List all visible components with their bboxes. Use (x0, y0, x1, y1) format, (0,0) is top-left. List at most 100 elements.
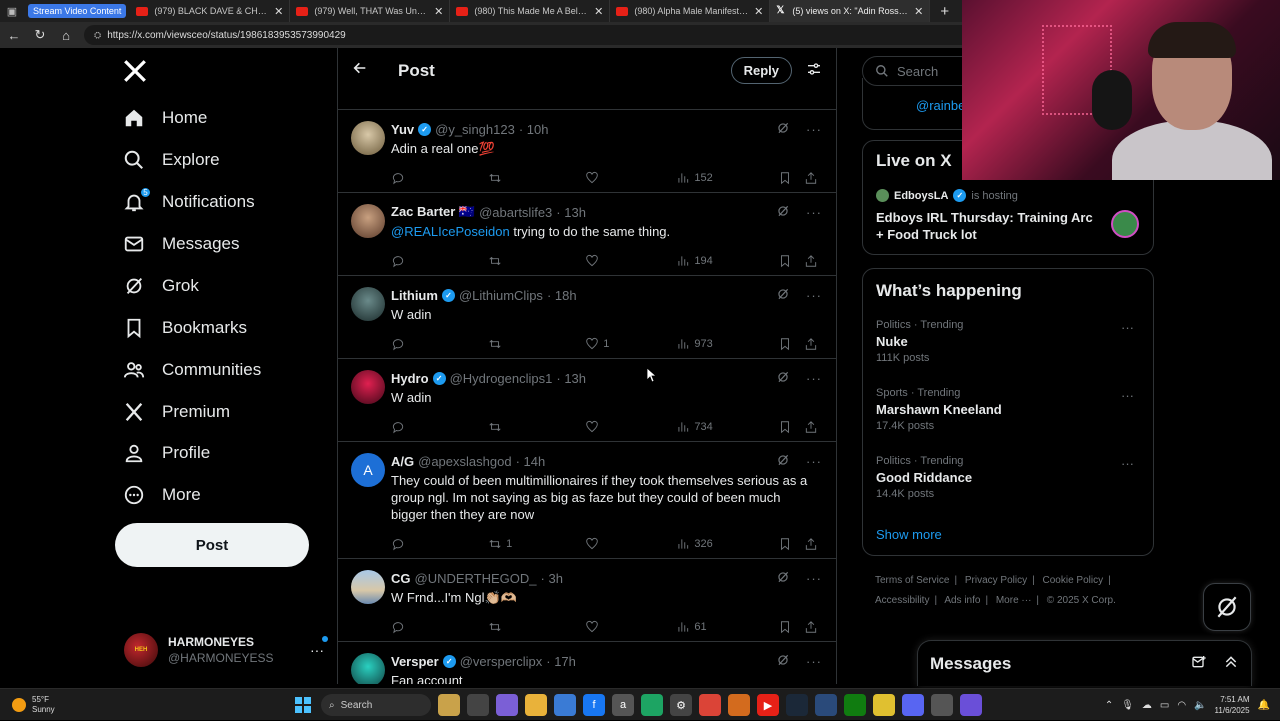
heart-button[interactable] (585, 418, 676, 436)
grok-icon[interactable] (776, 121, 790, 138)
timestamp[interactable]: · 17h (546, 654, 576, 669)
share-button[interactable] (804, 252, 824, 270)
heart-button[interactable] (585, 618, 676, 636)
author-name[interactable]: Zac Barter 🇦🇺 (391, 204, 475, 220)
sidebar-item-more[interactable]: More (122, 475, 201, 515)
footer-link[interactable]: Privacy Policy (965, 575, 1027, 586)
more-horizontal-icon[interactable]: ··· (1121, 320, 1134, 335)
close-tab-icon[interactable]: ✕ (434, 5, 443, 18)
heart-button[interactable]: 1 (585, 335, 676, 353)
repost-button[interactable] (488, 252, 585, 270)
sidebar-item-bookmarks[interactable]: Bookmarks (122, 308, 247, 348)
repost-button[interactable]: 1 (488, 535, 585, 553)
amazon-icon[interactable]: a (612, 694, 634, 716)
repost-button[interactable] (488, 418, 585, 436)
reply-tweet[interactable]: Yuv ✓ @y_singh123 · 10h ··· Adin a real one💯 1… (338, 110, 836, 193)
grok-floating-button[interactable] (1203, 583, 1251, 631)
notes-icon[interactable] (873, 694, 895, 716)
avatar[interactable] (351, 121, 385, 155)
bookmark-button[interactable] (778, 535, 804, 553)
more-horizontal-icon[interactable]: ··· (806, 205, 822, 220)
post-button[interactable]: Post (115, 523, 309, 567)
windows-start-icon[interactable] (292, 694, 314, 716)
author-handle[interactable]: @y_singh123 (435, 122, 515, 137)
tab-group-label[interactable]: Stream Video Content (24, 0, 130, 22)
account-switcher[interactable]: HEH HARMONEYES @HARMONEYESS ··· (124, 630, 328, 670)
app-icon[interactable] (728, 694, 750, 716)
avatar[interactable] (351, 287, 385, 321)
reply-button[interactable] (391, 169, 488, 187)
mention-link[interactable]: @rainbe (916, 98, 965, 113)
avatar[interactable]: A (351, 453, 385, 487)
close-tab-icon[interactable]: ✕ (754, 5, 763, 18)
window-menu-icon[interactable]: ▣ (0, 0, 24, 22)
author-name[interactable]: Versper (391, 654, 439, 669)
task-view-icon[interactable] (467, 694, 489, 716)
share-button[interactable] (804, 535, 824, 553)
more-horizontal-icon[interactable]: ··· (806, 288, 822, 303)
cloud-icon[interactable]: ☁ (1142, 700, 1152, 711)
grok-icon[interactable] (776, 204, 790, 221)
bookmark-button[interactable] (778, 618, 804, 636)
browser-tab-active[interactable]: 𝕏(5) views on X: "Adin Ross reveal✕ (770, 0, 931, 22)
mic-icon[interactable]: 🎙 (1121, 700, 1134, 711)
bookmark-button[interactable] (778, 335, 804, 353)
mention-link[interactable]: @REALIcePoseidon (391, 224, 510, 239)
close-tab-icon[interactable]: ✕ (914, 5, 923, 18)
browser-tab[interactable]: (980) Alpha Male Manifest Guru f✕ (610, 0, 771, 22)
steam-icon[interactable] (786, 694, 808, 716)
sidebar-item-premium[interactable]: Premium (122, 392, 230, 432)
more-horizontal-icon[interactable]: ··· (806, 371, 822, 386)
grok-icon[interactable] (776, 453, 790, 470)
avatar[interactable] (351, 570, 385, 604)
store-icon[interactable] (554, 694, 576, 716)
views-button[interactable]: 973 (676, 335, 778, 353)
back-arrow-icon[interactable] (352, 60, 372, 81)
more-horizontal-icon[interactable]: ··· (806, 454, 822, 469)
timestamp[interactable]: · 18h (547, 288, 577, 303)
author-handle[interactable]: @versperclipx (460, 654, 543, 669)
author-name[interactable]: CG (391, 571, 411, 586)
sidebar-item-messages[interactable]: Messages (122, 224, 239, 264)
views-button[interactable]: 152 (676, 169, 778, 187)
show-more-link[interactable]: Show more (876, 527, 942, 542)
share-button[interactable] (804, 418, 824, 436)
trend-item[interactable]: Politics · Trending Good Riddance 14.4K … (876, 454, 1140, 504)
share-button[interactable] (804, 618, 824, 636)
reply-tweet[interactable]: Lithium ✓ @LithiumClips · 18h ··· W adin 1 973 (338, 276, 836, 359)
author-handle[interactable]: @LithiumClips (459, 288, 543, 303)
reply-button[interactable] (391, 535, 488, 553)
more-horizontal-icon[interactable]: ··· (806, 654, 822, 669)
grok-icon[interactable] (776, 570, 790, 587)
bookmark-button[interactable] (778, 252, 804, 270)
avatar[interactable] (351, 653, 385, 684)
sidebar-item-grok[interactable]: Grok (122, 266, 199, 306)
sidebar-item-communities[interactable]: Communities (122, 350, 261, 390)
close-tab-icon[interactable]: ✕ (274, 5, 283, 18)
reply-button[interactable] (391, 418, 488, 436)
wifi-icon[interactable]: ◠ (1177, 700, 1186, 711)
file-explorer-icon[interactable] (525, 694, 547, 716)
facebook-icon[interactable]: f (583, 694, 605, 716)
chevron-up-icon[interactable]: ⌃ (1105, 700, 1113, 711)
trend-item[interactable]: Politics · Trending Nuke 111K posts ··· (876, 318, 1140, 368)
notification-bell-icon[interactable]: 🔔 (1258, 700, 1270, 711)
heart-button[interactable] (585, 169, 676, 187)
youtube-icon[interactable]: ▶ (757, 694, 779, 716)
grok-icon[interactable] (776, 287, 790, 304)
sidebar-item-profile[interactable]: Profile (122, 433, 210, 473)
discord-icon[interactable] (902, 694, 924, 716)
weather-widget[interactable]: 55°F Sunny (0, 695, 200, 715)
more-horizontal-icon[interactable]: ··· (806, 571, 822, 586)
edge-icon[interactable] (641, 694, 663, 716)
author-name[interactable]: Yuv (391, 122, 414, 137)
views-button[interactable]: 61 (676, 618, 778, 636)
new-message-icon[interactable] (1191, 654, 1207, 673)
timestamp[interactable]: · 3h (541, 571, 563, 586)
more-horizontal-icon[interactable]: ··· (1121, 456, 1134, 471)
repost-button[interactable] (488, 618, 585, 636)
repost-button[interactable] (488, 335, 585, 353)
xbox-icon[interactable] (844, 694, 866, 716)
reply-tweet[interactable]: Hydro ✓ @Hydrogenclips1 · 13h ··· W adin 734 (338, 359, 836, 442)
bookmark-button[interactable] (778, 418, 804, 436)
